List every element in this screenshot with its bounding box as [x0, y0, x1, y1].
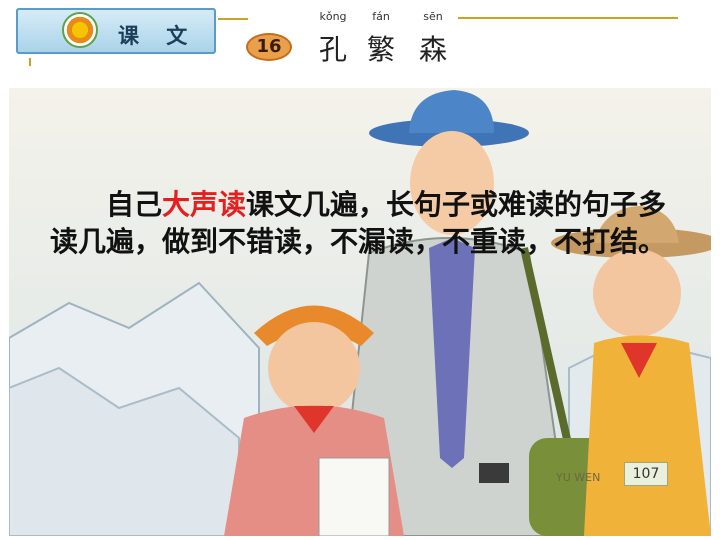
header-rule-left [218, 18, 248, 20]
lesson-number-badge: 16 [246, 33, 292, 61]
title-char-3: 森 [418, 33, 447, 66]
illustration [9, 88, 711, 536]
passage-highlight: 大声读 [162, 188, 247, 221]
title-pinyin-1: kǒng [319, 10, 347, 23]
boy-face [593, 249, 681, 337]
header-rule-tick [29, 58, 31, 66]
lesson-tab-label: 课 文 [118, 24, 198, 48]
title-char-1: 孔 [318, 33, 347, 66]
lesson-tab: 课 文 [16, 8, 216, 54]
title-char-2: 繁 [366, 33, 395, 66]
passage-part-1: 自己 [106, 188, 163, 221]
man-hat [409, 90, 494, 133]
girl-book [318, 457, 390, 536]
reading-instructions: 自己大声读课文几遍，长句子或难读的句子多读几遍，做到不错读，不漏读，不重读，不打… [50, 186, 680, 260]
girl-face [268, 322, 360, 414]
header-rule-right [458, 17, 678, 19]
title-pinyin-2: fán [372, 10, 390, 23]
page-number: 107 [624, 462, 668, 486]
illustration-art [9, 90, 711, 536]
title-pinyin-3: sēn [423, 10, 443, 23]
page-caption: YU WEN [556, 471, 601, 484]
flower-icon [62, 12, 98, 48]
belt [479, 463, 509, 483]
